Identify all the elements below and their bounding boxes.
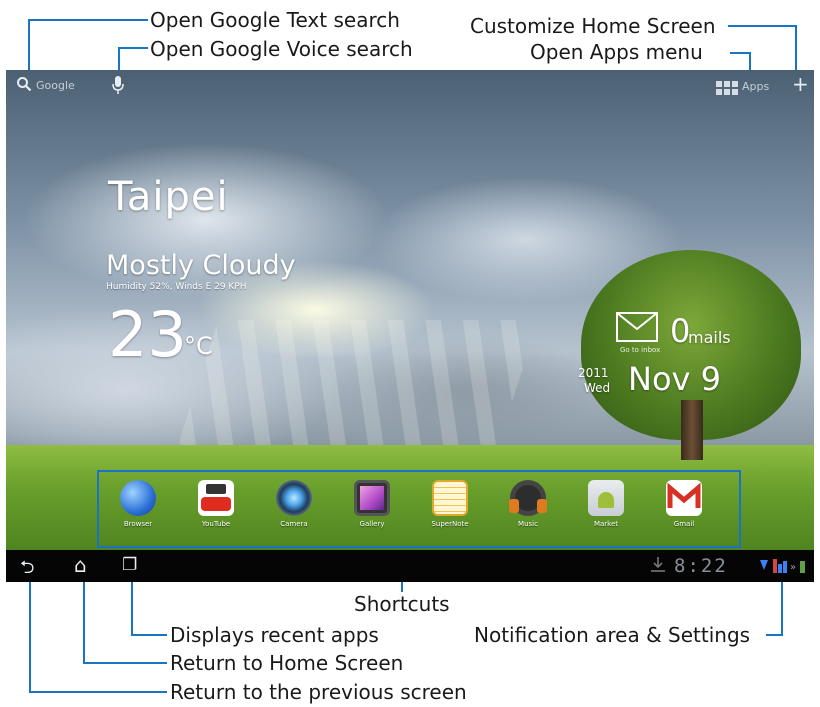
system-bar: ⮌ ⌂ ❐ 8:22 » [6, 550, 814, 582]
callout-line-home-h [83, 662, 167, 664]
callout-customize-home: Customize Home Screen [470, 14, 716, 38]
svg-text:»: » [790, 562, 796, 573]
google-voice-search-button[interactable] [111, 75, 125, 99]
weather-city[interactable]: Taipei [108, 174, 229, 220]
callout-google-text-search: Open Google Text search [150, 8, 400, 32]
callout-line-google-text-v [28, 19, 30, 73]
back-icon[interactable]: ⮌ [20, 555, 34, 582]
callout-line-customize-h [728, 25, 796, 27]
date-year: 2011 [578, 366, 609, 380]
search-icon [17, 77, 32, 92]
recent-apps-icon[interactable]: ❐ [122, 555, 137, 575]
mail-widget-button[interactable] [616, 312, 658, 346]
envelope-icon [616, 312, 658, 342]
download-status-icon [650, 556, 666, 578]
callout-line-recent-v [131, 580, 133, 635]
callout-home: Return to Home Screen [170, 651, 404, 675]
callout-back: Return to the previous screen [170, 680, 467, 704]
callout-open-apps: Open Apps menu [530, 40, 703, 64]
apps-menu-button[interactable] [716, 80, 738, 99]
shortcuts-highlight [97, 470, 741, 548]
callout-line-apps-h [730, 52, 750, 54]
weather-condition: Mostly Cloudy [106, 250, 296, 281]
tree-trunk [681, 400, 703, 460]
callout-shortcuts: Shortcuts [354, 592, 450, 616]
date-month-day[interactable]: Nov 9 [628, 360, 721, 398]
callout-line-back-h [29, 691, 167, 693]
status-icons: » [760, 559, 805, 573]
callout-line-home-v [83, 580, 85, 664]
mail-label: mails [688, 328, 731, 347]
add-icon[interactable]: + [792, 72, 809, 96]
home-icon[interactable]: ⌂ [74, 553, 87, 577]
weather-details: Humidity 52%, Winds E 29 KPH [106, 282, 247, 292]
callout-line-google-voice-h [118, 47, 148, 49]
callout-line-notification-h [766, 634, 783, 636]
weather-temperature: 23 [108, 298, 187, 371]
date-weekday: Wed [584, 381, 611, 395]
apps-grid-icon [716, 81, 738, 95]
google-text-search-button[interactable] [16, 76, 32, 96]
google-search-label[interactable]: Google [36, 79, 75, 92]
callout-notification: Notification area & Settings [474, 623, 751, 647]
callout-line-recent-h [131, 634, 167, 636]
mail-inbox-link[interactable]: Go to inbox [620, 346, 660, 354]
home-screen: Google Apps + Taipei Mostly Cloudy Humid… [6, 70, 814, 582]
callout-line-notification-v [781, 580, 783, 635]
clock[interactable]: 8:22 [674, 555, 728, 577]
callout-line-google-text-h [28, 19, 148, 21]
callout-line-customize-v [795, 25, 797, 75]
weather-unit: °C [184, 332, 213, 360]
callout-google-voice-search: Open Google Voice search [150, 37, 413, 61]
notification-area[interactable]: » [758, 556, 808, 580]
callout-line-back-v [29, 580, 31, 693]
apps-label[interactable]: Apps [742, 80, 769, 93]
callout-recent-apps: Displays recent apps [170, 623, 379, 647]
microphone-icon [112, 76, 124, 94]
